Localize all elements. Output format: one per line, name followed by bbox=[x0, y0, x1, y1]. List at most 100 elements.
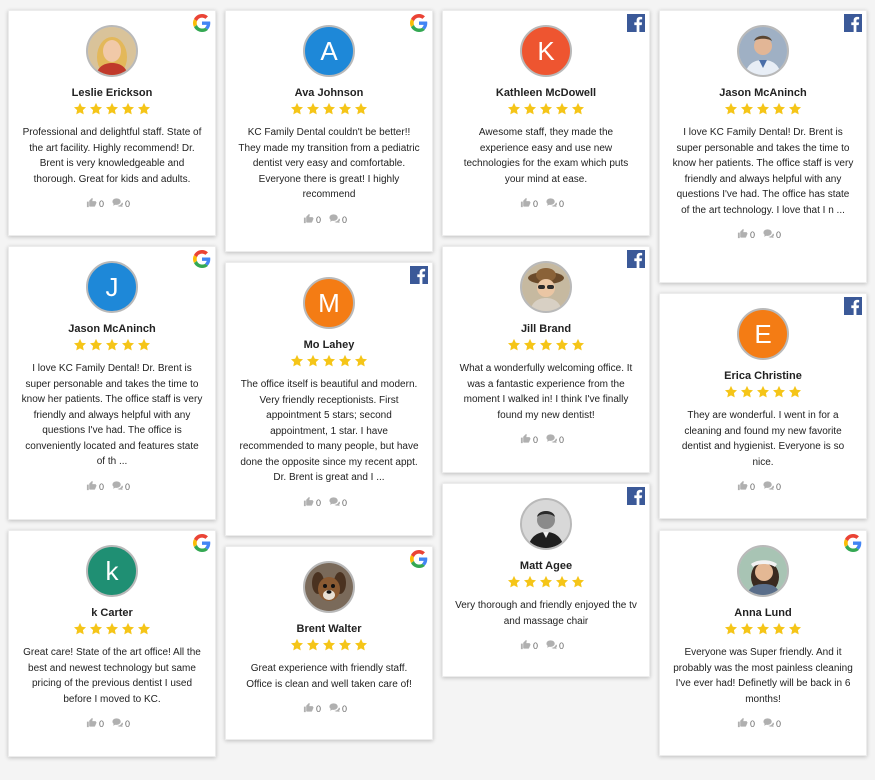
like-icon[interactable] bbox=[737, 717, 748, 729]
like-count: 0 bbox=[532, 435, 538, 445]
avatar: E bbox=[737, 308, 789, 360]
avatar bbox=[520, 261, 572, 313]
reviewer-name: Mo Lahey bbox=[303, 339, 355, 351]
star-icon bbox=[88, 622, 104, 640]
comment-icon[interactable] bbox=[329, 213, 340, 225]
star-icon bbox=[305, 354, 321, 372]
review-actions: 00 bbox=[455, 639, 637, 665]
avatar bbox=[86, 25, 138, 77]
review-card: k k Carter Great care! State of the art of… bbox=[8, 530, 216, 757]
star-icon bbox=[120, 102, 136, 120]
star-icon bbox=[554, 102, 570, 120]
like-icon[interactable] bbox=[86, 480, 97, 492]
comment-icon[interactable] bbox=[763, 229, 774, 240]
avatar: J bbox=[86, 261, 138, 313]
star-rating bbox=[21, 622, 203, 637]
star-icon bbox=[787, 622, 803, 640]
google-icon[interactable] bbox=[193, 250, 211, 268]
facebook-icon[interactable] bbox=[627, 487, 645, 505]
review-card: Brent Walter Great experience with friend… bbox=[225, 546, 433, 740]
facebook-icon[interactable] bbox=[627, 250, 645, 268]
reviewer-name: Erica Christine bbox=[724, 370, 802, 382]
google-icon[interactable] bbox=[193, 534, 211, 552]
review-actions: 00 bbox=[238, 496, 420, 522]
comment-icon[interactable] bbox=[112, 198, 123, 209]
star-icon bbox=[538, 102, 554, 120]
like-icon[interactable] bbox=[520, 433, 531, 445]
avatar bbox=[737, 25, 789, 77]
like-icon[interactable] bbox=[520, 639, 531, 651]
star-rating bbox=[455, 338, 637, 353]
star-icon bbox=[305, 102, 321, 120]
review-text: Great experience with friendly staff. Of… bbox=[246, 663, 412, 690]
facebook-icon[interactable] bbox=[844, 297, 862, 315]
star-icon bbox=[522, 102, 538, 120]
avatar-letter: J bbox=[105, 271, 119, 302]
comment-icon[interactable] bbox=[763, 481, 774, 492]
star-icon bbox=[554, 575, 570, 593]
star-icon bbox=[787, 102, 803, 120]
facebook-icon[interactable] bbox=[627, 14, 645, 32]
review-text: I love KC Family Dental! Dr. Brent is su… bbox=[672, 127, 854, 216]
like-icon[interactable] bbox=[520, 197, 531, 209]
star-rating bbox=[21, 338, 203, 353]
star-icon bbox=[72, 338, 88, 356]
star-icon bbox=[755, 622, 771, 640]
review-card: E Erica Christine They are wonderful. I we… bbox=[659, 293, 867, 519]
like-icon[interactable] bbox=[303, 496, 314, 508]
like-count: 0 bbox=[532, 641, 538, 651]
like-icon[interactable] bbox=[86, 717, 97, 729]
star-icon bbox=[723, 622, 739, 640]
comment-icon[interactable] bbox=[112, 480, 123, 492]
facebook-icon[interactable] bbox=[410, 266, 428, 284]
like-count: 0 bbox=[315, 704, 321, 714]
star-icon bbox=[72, 102, 88, 120]
review-text: Great care! State of the art office! All… bbox=[23, 647, 201, 705]
star-icon bbox=[771, 622, 787, 640]
facebook-icon[interactable] bbox=[844, 14, 862, 32]
google-icon[interactable] bbox=[844, 534, 862, 552]
google-icon[interactable] bbox=[410, 14, 428, 32]
like-icon[interactable] bbox=[737, 480, 748, 492]
comment-count: 0 bbox=[559, 435, 565, 445]
like-icon[interactable] bbox=[303, 702, 314, 714]
avatar bbox=[737, 545, 789, 597]
comment-icon[interactable] bbox=[546, 198, 557, 209]
comment-icon[interactable] bbox=[763, 718, 774, 729]
comment-count: 0 bbox=[125, 199, 131, 209]
comment-icon[interactable] bbox=[329, 703, 340, 714]
star-icon bbox=[755, 102, 771, 120]
star-icon bbox=[771, 102, 787, 120]
star-rating bbox=[672, 385, 854, 400]
google-icon[interactable] bbox=[410, 550, 428, 568]
star-rating bbox=[21, 102, 203, 117]
review-actions: 00 bbox=[21, 480, 203, 506]
like-icon[interactable] bbox=[737, 228, 748, 240]
star-icon bbox=[739, 622, 755, 640]
comment-icon[interactable] bbox=[329, 496, 340, 508]
comment-icon[interactable] bbox=[546, 640, 557, 651]
like-icon[interactable] bbox=[303, 213, 314, 225]
like-count: 0 bbox=[315, 497, 321, 508]
review-card: A Ava Johnson KC Family Dental couldn't be… bbox=[225, 10, 433, 252]
star-icon bbox=[739, 385, 755, 403]
star-rating bbox=[238, 102, 420, 117]
review-card: Anna Lund Everyone was Super friendly. An… bbox=[659, 530, 867, 756]
review-text: They are wonderful. I went in for a clea… bbox=[681, 410, 845, 468]
comment-icon[interactable] bbox=[546, 434, 557, 445]
review-text: I love KC Family Dental! Dr. Brent is su… bbox=[21, 363, 203, 467]
comment-count: 0 bbox=[342, 497, 348, 508]
review-text: KC Family Dental couldn't be better!! Th… bbox=[238, 127, 420, 200]
star-icon bbox=[136, 338, 152, 356]
like-icon[interactable] bbox=[86, 197, 97, 209]
reviewer-name: Anna Lund bbox=[734, 607, 792, 619]
avatar-letter: k bbox=[105, 555, 119, 586]
comment-icon[interactable] bbox=[112, 718, 123, 729]
star-icon bbox=[570, 338, 586, 356]
google-icon[interactable] bbox=[193, 14, 211, 32]
review-text: The office itself is beautiful and moder… bbox=[239, 379, 419, 483]
avatar bbox=[303, 561, 355, 613]
like-count: 0 bbox=[98, 481, 104, 492]
review-actions: 00 bbox=[238, 702, 420, 728]
reviewer-name: Kathleen McDowell bbox=[495, 87, 597, 99]
